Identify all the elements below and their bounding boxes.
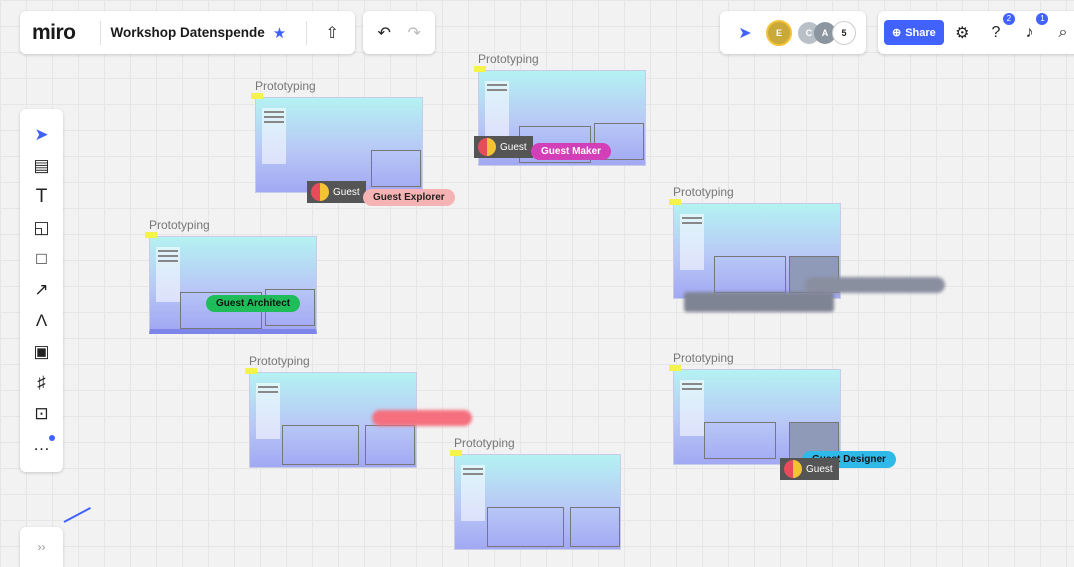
frame-body — [454, 454, 621, 550]
miro-logo[interactable]: miro — [32, 21, 76, 45]
content-box — [487, 507, 564, 547]
more-dot — [48, 435, 55, 441]
cursor-label-explorer: Guest Explorer — [363, 189, 455, 206]
share-panel: ⊕ Share ⚙ ? 2 ♪ 1 ⌕ — [878, 11, 1074, 54]
frame-tag — [251, 93, 263, 99]
cursor-label-blurred — [372, 410, 472, 426]
cursor-label-maker: Guest Maker — [531, 143, 612, 160]
frame-prototyping[interactable]: Prototyping — [251, 79, 423, 193]
frame-body — [255, 97, 423, 193]
content-box — [282, 425, 359, 465]
globe-icon: ⊕ — [892, 27, 902, 39]
notes-column — [156, 247, 180, 303]
frame-body — [149, 236, 317, 334]
top-bar: miro Workshop Datenspende ★ ⇧ ↶ ↷ ➤ E C … — [20, 10, 1074, 55]
share-button[interactable]: ⊕ Share — [884, 20, 944, 45]
frame-prototyping[interactable]: Prototyping — [450, 436, 621, 550]
help-icon[interactable]: ? 2 — [981, 12, 1015, 48]
collapse-button[interactable]: ›› — [20, 527, 63, 567]
collaborator-count[interactable]: 5 — [832, 20, 856, 45]
frame-tag — [450, 450, 462, 456]
content-box — [714, 256, 786, 293]
connector-line — [63, 507, 91, 523]
guest-label: Guest — [333, 186, 360, 198]
more-icon[interactable]: … — [27, 429, 57, 460]
guest-label: Guest — [806, 463, 833, 475]
undo-icon[interactable]: ↶ — [369, 18, 399, 48]
frame-tag — [474, 66, 486, 72]
frame-prototyping[interactable]: Prototyping — [145, 218, 317, 334]
follow-cursor-icon[interactable]: ➤ — [730, 18, 760, 48]
frame-title: Prototyping — [478, 52, 539, 66]
guest-chip: Guest — [780, 458, 839, 480]
avatar[interactable]: E — [766, 19, 792, 46]
collaborators-panel: ➤ E C A 5 — [720, 11, 866, 54]
guest-label: Guest — [500, 141, 527, 153]
frame-tag — [245, 368, 257, 374]
guest-chip: Guest — [307, 181, 366, 203]
notes-column — [485, 81, 509, 138]
frame-title: Prototyping — [673, 351, 734, 365]
search-icon[interactable]: ⌕ — [1048, 18, 1074, 48]
star-icon[interactable]: ★ — [273, 24, 286, 42]
notes-column — [262, 108, 286, 165]
pen-icon[interactable]: Λ — [27, 305, 57, 336]
sticky-note-icon[interactable]: ◱ — [27, 212, 57, 243]
settings-sliders-icon[interactable]: ⚙ — [947, 18, 977, 48]
cursor-label-blurred — [805, 277, 945, 293]
board-info-panel: miro Workshop Datenspende ★ ⇧ — [20, 11, 356, 54]
notes-column — [680, 380, 704, 437]
board-title[interactable]: Workshop Datenspende — [111, 25, 265, 40]
frame-icon[interactable]: ♯ — [27, 367, 57, 398]
notes-column — [680, 214, 704, 271]
frame-title: Prototyping — [255, 79, 316, 93]
notes-column — [461, 465, 485, 522]
redo-icon[interactable]: ↷ — [399, 18, 429, 48]
divider — [99, 20, 101, 45]
share-label: Share — [905, 26, 936, 39]
cursor-label-architect: Guest Architect — [206, 295, 301, 312]
frame-tag — [669, 199, 681, 205]
guest-avatar — [784, 460, 802, 478]
content-box — [704, 422, 776, 459]
frame-title: Prototyping — [249, 354, 310, 368]
undo-redo-panel: ↶ ↷ — [363, 11, 436, 54]
shape-icon[interactable]: □ — [27, 243, 57, 274]
notifications-badge: 1 — [1036, 12, 1049, 25]
left-toolbar: ➤ ▤ T ◱ □ ↗ Λ ▣ ♯ ⊡ … — [20, 109, 63, 472]
notes-column — [256, 383, 280, 440]
divider — [306, 20, 308, 45]
cursor-chip-blurred — [684, 292, 834, 312]
guest-chip: Guest — [474, 136, 533, 158]
frame-title: Prototyping — [454, 436, 515, 450]
content-box — [365, 425, 415, 465]
frame-template-icon[interactable]: ▤ — [27, 150, 57, 181]
content-box — [570, 507, 620, 547]
help-badge: 2 — [1002, 12, 1015, 25]
upload-icon[interactable]: ⊡ — [27, 398, 57, 429]
frame-title: Prototyping — [149, 218, 210, 232]
guest-avatar — [311, 183, 329, 201]
arrow-icon[interactable]: ↗ — [27, 274, 57, 305]
upload-icon[interactable]: ⇧ — [317, 18, 347, 48]
select-cursor-icon[interactable]: ➤ — [27, 119, 57, 150]
frame-tag — [669, 365, 681, 371]
frame-tag — [145, 232, 157, 238]
comment-icon[interactable]: ▣ — [27, 336, 57, 367]
content-box — [371, 150, 421, 187]
guest-avatar — [478, 138, 496, 156]
bell-icon[interactable]: ♪ 1 — [1014, 12, 1049, 48]
text-icon[interactable]: T — [27, 181, 57, 212]
frame-title: Prototyping — [673, 185, 734, 199]
